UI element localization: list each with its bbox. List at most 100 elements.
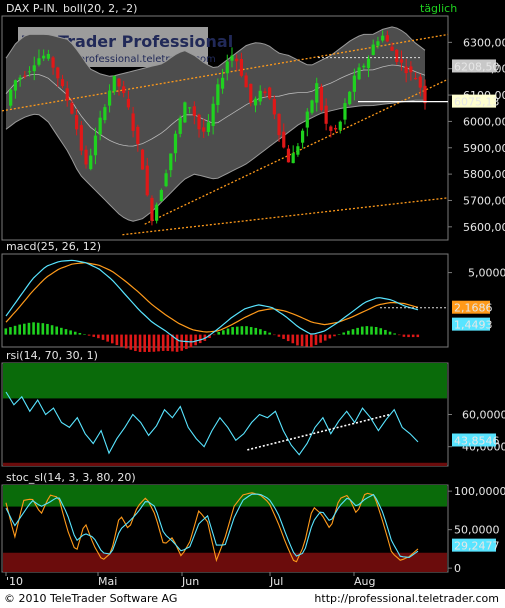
macd-histogram-bar — [32, 322, 35, 335]
macd-histogram-bar — [319, 334, 322, 343]
candle-body — [122, 86, 126, 94]
candle-body — [305, 111, 309, 128]
candle-body — [89, 155, 93, 170]
candle-body — [164, 173, 168, 187]
macd-histogram-bar — [134, 334, 137, 352]
macd-histogram-bar — [259, 329, 262, 335]
macd-histogram-bar — [360, 326, 364, 335]
macd-histogram-bar — [407, 334, 410, 338]
candle-body — [296, 146, 300, 155]
macd-histogram-bar — [374, 326, 378, 335]
x-axis-label: '10 — [6, 575, 23, 588]
macd-histogram-bar — [148, 334, 151, 352]
candle-body — [112, 75, 116, 92]
macd-histogram-bar — [272, 334, 276, 336]
candle-body — [136, 126, 140, 145]
macd-histogram-bar — [157, 334, 160, 352]
macd-histogram-bar — [69, 330, 72, 335]
price-header-symbol: DAX P-IN. — [6, 2, 58, 15]
candle-body — [371, 44, 375, 55]
price-header-indicator: boll(20, 2, -2) — [63, 2, 137, 15]
macd-histogram-bar — [305, 334, 308, 347]
macd-histogram-bar — [46, 323, 49, 335]
stoch-oversold-zone — [3, 552, 447, 572]
macd-histogram-bar — [36, 322, 40, 335]
candle-body — [381, 35, 385, 41]
macd-histogram-bar — [83, 334, 86, 335]
macd-histogram-bar — [60, 327, 63, 335]
candle-body — [9, 89, 13, 106]
candle-body — [249, 83, 253, 103]
macd-histogram-bar — [212, 334, 216, 336]
x-axis-label: Jul — [269, 575, 283, 588]
macd-histogram-bar — [402, 334, 406, 337]
candle-body — [70, 102, 74, 114]
macd-histogram-bar — [18, 324, 21, 335]
macd-histogram-bar — [296, 334, 299, 346]
candle-body — [253, 98, 258, 106]
price-ytick-label: 5600,00 — [463, 221, 505, 234]
macd-ytick-label: 5,0000 — [468, 267, 505, 280]
macd-histogram-bar — [249, 327, 253, 335]
macd-histogram-bar — [64, 329, 68, 335]
macd-histogram-bar — [50, 325, 54, 335]
stoch-overbought-zone — [3, 485, 447, 507]
macd-histogram-bar — [9, 327, 12, 335]
macd-histogram-bar — [217, 332, 221, 335]
candle-body — [239, 59, 243, 76]
candle-body — [362, 65, 366, 68]
stoch-ytick-label: 50,0000 — [454, 524, 500, 537]
footer-url[interactable]: http://professional.teletrader.com — [314, 592, 499, 605]
macd-histogram-bar — [314, 334, 318, 345]
footer-copyright: © 2010 TeleTrader Software AG — [4, 592, 178, 605]
candle-body — [352, 75, 356, 92]
macd-histogram-bar — [370, 326, 373, 335]
macd-histogram-bar — [347, 330, 350, 335]
candle-body — [23, 75, 27, 77]
candle-body — [46, 53, 50, 59]
candle-body — [192, 106, 196, 116]
price-ytick-label: 6300,00 — [463, 36, 505, 49]
macd-histogram-bar — [120, 334, 123, 347]
candle-body — [188, 107, 192, 109]
macd-histogram-bar — [129, 334, 133, 350]
candle-body — [282, 131, 286, 148]
candle-body — [220, 77, 225, 89]
candle-body — [103, 107, 107, 121]
macd-histogram-bar — [282, 334, 285, 339]
macd-histogram-bar — [115, 334, 119, 346]
macd-histogram-bar — [337, 334, 341, 335]
macd-histogram-bar — [138, 334, 142, 352]
candle-body — [107, 90, 112, 106]
stoch-ytick-label: 0 — [454, 562, 461, 575]
candle-body — [395, 49, 399, 63]
candle-body — [272, 99, 276, 115]
candle-body — [366, 58, 371, 69]
rsi-ytick-label: 60,0000 — [462, 409, 505, 422]
candle-body — [18, 77, 22, 80]
candle-body — [277, 113, 281, 136]
rsi-trend-line — [247, 413, 391, 451]
candle-body — [84, 149, 88, 165]
macd-histogram-bar — [222, 330, 225, 335]
candle-body — [42, 55, 46, 59]
rsi-value-box: 43,8546 — [454, 434, 500, 447]
x-axis-label: Aug — [354, 575, 375, 588]
candle-body — [333, 127, 338, 130]
candle-body — [155, 204, 159, 221]
candle-body — [315, 83, 319, 103]
trend-line-2 — [122, 197, 449, 236]
macd-histogram-bar — [106, 334, 109, 342]
stoch-value-box: 29,2477 — [454, 540, 500, 553]
rsi-overbought-zone — [3, 363, 447, 399]
price-ytick-label: 5800,00 — [463, 168, 505, 181]
macd-histogram-bar — [23, 323, 26, 335]
macd-histogram-bar — [323, 334, 327, 341]
rsi-title: rsi(14, 70, 30, 1) — [6, 349, 98, 362]
candle-body — [32, 65, 36, 72]
candle-body — [79, 125, 83, 151]
candle-body — [13, 80, 18, 91]
candle-body — [98, 117, 102, 135]
candle-body — [324, 105, 328, 124]
macd-value-box-macd: 1,4493 — [454, 319, 493, 332]
